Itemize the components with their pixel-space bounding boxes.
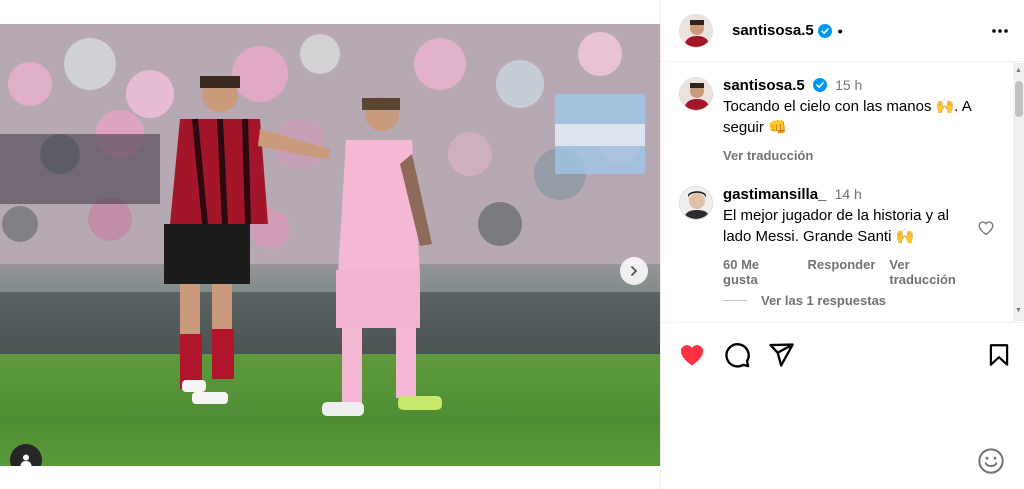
post-media[interactable]	[0, 24, 660, 466]
comment-likes-count[interactable]: 60 Me gusta	[723, 257, 794, 287]
see-translation-link[interactable]: Ver traducción	[889, 257, 975, 287]
comment-text: Tocando el cielo con las manos 🙌. A segu…	[723, 98, 971, 136]
scrollbar-thumb[interactable]	[1015, 81, 1023, 117]
verified-badge-icon	[812, 78, 827, 92]
comments-scrollbar[interactable]: ▲ ▼	[1013, 63, 1024, 321]
comment-icon[interactable]	[723, 341, 751, 369]
comments-list[interactable]: santisosa.5 15 h Tocando el cielo con la…	[661, 63, 1013, 321]
header-separator: •	[837, 22, 843, 39]
scroll-up-arrow-icon[interactable]: ▲	[1015, 67, 1022, 74]
replies-divider	[723, 300, 747, 301]
share-icon[interactable]	[767, 341, 795, 369]
avatar[interactable]	[679, 186, 713, 220]
avatar[interactable]	[679, 77, 713, 111]
chevron-right-icon	[631, 266, 637, 276]
instagram-post-view: santisosa.5 • santisosa.5 15 h Tocando e…	[0, 0, 1024, 489]
post-side-panel: santisosa.5 • santisosa.5 15 h Tocando e…	[660, 0, 1024, 489]
heart-icon[interactable]	[678, 341, 706, 369]
comment-like-heart-icon[interactable]	[977, 219, 995, 237]
comment-time[interactable]: 15 h	[835, 77, 862, 93]
user-tag-icon	[20, 454, 32, 466]
reply-button[interactable]: Responder	[808, 257, 876, 287]
caption-comment: santisosa.5 15 h Tocando el cielo con la…	[679, 75, 975, 163]
comment-item: gastimansilla_ 14 h El mejor jugador de …	[679, 184, 975, 287]
view-replies-button[interactable]: Ver las 1 respuestas	[723, 293, 886, 308]
next-slide-button[interactable]	[620, 257, 648, 285]
view-replies-label: Ver las 1 respuestas	[761, 293, 887, 308]
players-image	[164, 76, 442, 416]
save-icon[interactable]	[986, 341, 1012, 369]
comment-username[interactable]: gastimansilla_	[723, 186, 826, 203]
comment-text: El mejor jugador de la historia y al lad…	[723, 207, 949, 245]
scroll-down-arrow-icon[interactable]: ▼	[1015, 307, 1022, 314]
comment-username[interactable]: santisosa.5	[723, 77, 805, 94]
post-actions-bar	[661, 322, 1024, 382]
verified-badge-icon	[817, 23, 832, 38]
author-username[interactable]: santisosa.5	[732, 22, 814, 39]
emoji-icon[interactable]	[977, 447, 1005, 475]
comment-time[interactable]: 14 h	[835, 186, 862, 202]
avatar[interactable]	[679, 13, 713, 48]
more-options-icon[interactable]	[991, 22, 1009, 40]
post-header: santisosa.5 •	[661, 0, 1024, 62]
see-translation-link[interactable]: Ver traducción	[723, 148, 813, 163]
